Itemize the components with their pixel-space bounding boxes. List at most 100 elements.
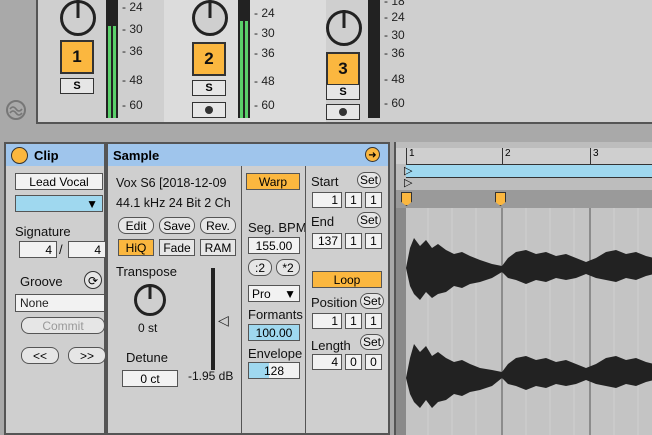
end-bar-field[interactable]: 137 bbox=[312, 233, 342, 249]
edit-button[interactable]: Edit bbox=[118, 217, 154, 234]
timeline-ruler[interactable]: 1 2 3 bbox=[396, 148, 652, 164]
solo-button-2[interactable]: S bbox=[192, 80, 226, 96]
length-beat-field[interactable]: 0 bbox=[345, 354, 362, 370]
length-label: Length bbox=[311, 338, 351, 353]
level-meter-2 bbox=[238, 0, 250, 118]
clip-title: Clip bbox=[34, 147, 59, 163]
gain-fader-track[interactable] bbox=[211, 268, 215, 370]
position-label: Position bbox=[311, 295, 358, 310]
mixer-strip-1: 1 S 24 30 36 48 60 bbox=[38, 0, 164, 122]
end-sixteenth-field[interactable]: 1 bbox=[365, 233, 382, 249]
track-activator-3[interactable]: 3 bbox=[326, 52, 360, 86]
position-bar-field[interactable]: 1 bbox=[312, 313, 342, 329]
fade-button[interactable]: Fade bbox=[159, 239, 195, 256]
arrow-right-icon[interactable]: ➜ bbox=[365, 147, 380, 162]
sample-title: Sample bbox=[113, 147, 160, 163]
waveform-graphic bbox=[406, 208, 652, 435]
track-activator-2[interactable]: 2 bbox=[192, 42, 226, 76]
transpose-knob[interactable] bbox=[134, 284, 166, 316]
seg-bpm-label: Seg. BPM bbox=[248, 220, 307, 235]
signature-denominator[interactable]: 4 bbox=[68, 241, 106, 258]
ram-button[interactable]: RAM bbox=[200, 239, 236, 256]
seg-bpm-field[interactable]: 155.00 bbox=[248, 237, 300, 254]
hiq-button[interactable]: HiQ bbox=[118, 239, 154, 256]
start-bar-field[interactable]: 1 bbox=[312, 192, 342, 208]
groove-label: Groove bbox=[20, 274, 63, 289]
envelope-field[interactable]: 128 bbox=[248, 362, 300, 379]
warp-marker-lane[interactable] bbox=[396, 190, 652, 208]
tick-label: 18 bbox=[384, 0, 404, 8]
tick-label: 60 bbox=[254, 98, 274, 112]
signature-label: Signature bbox=[15, 224, 71, 239]
meter-fill-right bbox=[113, 26, 116, 118]
commit-button[interactable]: Commit bbox=[21, 317, 105, 334]
double-tempo-button[interactable]: *2 bbox=[276, 259, 300, 276]
warp-marker[interactable] bbox=[495, 192, 506, 206]
ruler-label: 3 bbox=[593, 148, 599, 159]
reverse-button[interactable]: Rev. bbox=[200, 217, 236, 234]
end-beat-field[interactable]: 1 bbox=[345, 233, 362, 249]
tick-label: 24 bbox=[254, 6, 274, 20]
meter-fill-left bbox=[240, 21, 243, 118]
pan-knob-1[interactable] bbox=[60, 0, 96, 36]
level-meter-3 bbox=[368, 0, 380, 118]
divider bbox=[305, 166, 306, 435]
loop-brace[interactable] bbox=[406, 164, 652, 178]
tick-label: 36 bbox=[122, 44, 142, 58]
warp-marker[interactable] bbox=[401, 192, 412, 206]
gain-fader-handle[interactable]: ◁ bbox=[218, 312, 229, 329]
pan-knob-3[interactable] bbox=[326, 10, 362, 46]
arm-button-3[interactable] bbox=[326, 104, 360, 120]
formants-label: Formants bbox=[248, 307, 303, 322]
pan-knob-2[interactable] bbox=[192, 0, 228, 36]
warp-button[interactable]: Warp bbox=[246, 173, 300, 190]
envelope-label: Envelope bbox=[248, 346, 303, 361]
signature-numerator[interactable]: 4 bbox=[19, 241, 57, 258]
clip-color-dropdown[interactable]: ▼ bbox=[15, 195, 103, 212]
mixer-strip-2: 2 S 24 30 36 48 60 bbox=[164, 0, 326, 122]
tick-label: 30 bbox=[384, 28, 404, 42]
solo-button-1[interactable]: S bbox=[60, 78, 94, 94]
position-sixteenth-field[interactable]: 1 bbox=[365, 313, 382, 329]
tick-label: 24 bbox=[122, 0, 142, 14]
end-set-button[interactable]: Set bbox=[357, 212, 381, 228]
sample-panel: Sample ➜ Vox S6 [2018-12-09 44.1 kHz 24 … bbox=[106, 142, 390, 435]
tick-label: 24 bbox=[384, 10, 404, 24]
start-set-button[interactable]: Set bbox=[357, 172, 381, 188]
transpose-value: 0 st bbox=[138, 321, 158, 335]
length-bar-field[interactable]: 4 bbox=[312, 354, 342, 370]
detune-field[interactable]: 0 ct bbox=[122, 370, 178, 387]
groove-selector[interactable]: None bbox=[15, 294, 105, 312]
clip-name-field[interactable]: Lead Vocal bbox=[15, 173, 103, 190]
prev-clip-button[interactable]: << bbox=[21, 347, 59, 364]
record-icon bbox=[339, 108, 347, 116]
groove-hotswap-icon[interactable]: ⟳ bbox=[84, 271, 102, 289]
signature-separator: / bbox=[59, 242, 63, 257]
formants-field[interactable]: 100.00 bbox=[248, 324, 300, 341]
track-activator-1[interactable]: 1 bbox=[60, 40, 94, 74]
sample-editor[interactable]: 1 2 3 ▷ ▷ bbox=[394, 142, 652, 435]
start-beat-field[interactable]: 1 bbox=[345, 192, 362, 208]
warp-mode-dropdown[interactable]: Pro ▼ bbox=[248, 285, 300, 302]
save-button[interactable]: Save bbox=[159, 217, 195, 234]
start-sixteenth-field[interactable]: 1 bbox=[365, 192, 382, 208]
half-tempo-button[interactable]: :2 bbox=[248, 259, 272, 276]
meter-fill-left bbox=[108, 26, 111, 118]
position-beat-field[interactable]: 1 bbox=[345, 313, 362, 329]
transpose-label: Transpose bbox=[116, 264, 177, 279]
loop-start-icon[interactable]: ▷ bbox=[404, 176, 412, 189]
tick-label: 48 bbox=[122, 73, 142, 87]
mixer-section: 1 S 24 30 36 48 60 2 S 24 30 36 48 60 bbox=[36, 0, 652, 124]
waveform-display[interactable] bbox=[396, 208, 652, 435]
solo-button-3[interactable]: S bbox=[326, 84, 360, 100]
position-set-button[interactable]: Set bbox=[360, 293, 384, 309]
next-clip-button[interactable]: >> bbox=[68, 347, 106, 364]
length-set-button[interactable]: Set bbox=[360, 334, 384, 350]
dropdown-arrow-icon: ▼ bbox=[284, 286, 296, 301]
gain-value: -1.95 dB bbox=[188, 369, 234, 383]
arm-button-2[interactable] bbox=[192, 102, 226, 118]
clip-color-icon[interactable] bbox=[11, 146, 28, 164]
loop-button[interactable]: Loop bbox=[312, 271, 382, 288]
ruler-tick bbox=[502, 148, 503, 164]
length-sixteenth-field[interactable]: 0 bbox=[365, 354, 382, 370]
